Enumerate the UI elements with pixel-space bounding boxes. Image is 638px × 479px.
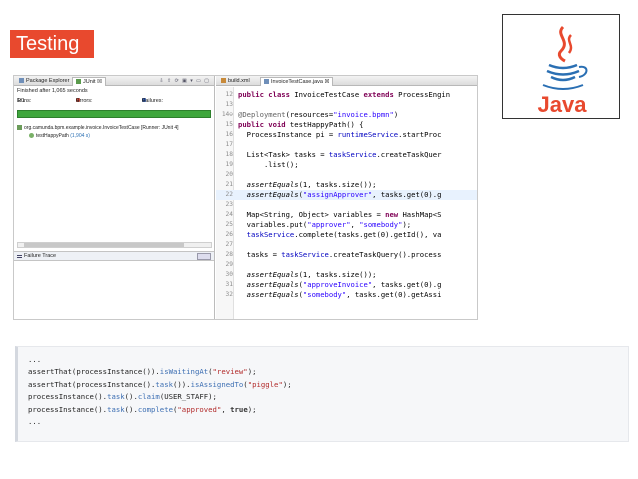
code-text: assertEquals("assignApprover", tasks.get… (246, 190, 442, 199)
code-text: tasks = taskService.createTaskQuery().pr… (238, 250, 442, 259)
snippet-line: assertThat(processInstance().task()).isA… (28, 379, 292, 389)
junit-panel: Package Explorer JUnit ☒ ⇩ ⇧ ⟳ ▣ ▾ ▭ ▢ F… (14, 76, 215, 319)
code-line[interactable]: 15 public void testHappyPath() { (216, 120, 477, 130)
test-suite-icon (17, 125, 22, 130)
line-number: 32 (225, 291, 233, 298)
code-line[interactable]: 32 assertEquals("somebody", tasks.get(0)… (216, 290, 477, 300)
code-text: Map<String, Object> variables = new Hash… (238, 210, 442, 219)
code-text: public void testHappyPath() { (238, 120, 364, 129)
line-number: 29 (225, 261, 233, 268)
code-line[interactable]: 12 public class InvoiceTestCase extends P… (216, 90, 477, 100)
code-text: .list(); (238, 160, 299, 169)
line-number: 18 (225, 151, 233, 158)
code-line[interactable]: 16 ProcessInstance pi = runtimeService.s… (216, 130, 477, 140)
snippet-line: ... (28, 416, 42, 426)
java-logo: Java (502, 14, 620, 119)
code-text: List<Task> tasks = taskService.createTas… (238, 150, 442, 159)
line-number: 13 (225, 101, 233, 108)
code-line[interactable]: 18 List<Task> tasks = taskService.create… (216, 150, 477, 160)
compare-results-button[interactable] (197, 253, 211, 260)
xml-file-icon (221, 78, 226, 83)
code-line[interactable]: 14⊖ @Deployment(resources="invoice.bpmn") (216, 110, 477, 120)
code-text: taskService.complete(tasks.get(0).getId(… (246, 230, 442, 239)
code-text: ProcessInstance pi = runtimeService.star… (238, 130, 442, 139)
code-line[interactable]: 29 (216, 260, 477, 270)
java-coffee-cup-icon: Java (538, 25, 588, 117)
close-icon[interactable]: ☒ (97, 79, 102, 85)
line-number: 12 (225, 91, 233, 98)
package-explorer-icon (19, 78, 24, 83)
ide-screenshot: Package Explorer JUnit ☒ ⇩ ⇧ ⟳ ▣ ▾ ▭ ▢ F… (13, 75, 478, 320)
code-line[interactable]: 17 (216, 140, 477, 150)
logo-text: Java (538, 92, 588, 117)
code-text: assertEquals(1, tasks.size()); (246, 180, 377, 189)
code-line[interactable]: 19 .list(); (216, 160, 477, 170)
line-number: 20 (225, 171, 233, 178)
code-lines[interactable]: 12 public class InvoiceTestCase extends P… (216, 90, 477, 300)
line-number: 22 (225, 191, 233, 198)
code-line[interactable]: 22 assertEquals("assignApprover", tasks.… (216, 190, 477, 200)
line-number: 27 (225, 241, 233, 248)
close-icon[interactable]: ☒ (325, 79, 330, 85)
line-number: 21 (225, 181, 233, 188)
line-number: 15 (225, 121, 233, 128)
test-passed-icon (29, 133, 34, 138)
code-line[interactable]: 26 taskService.complete(tasks.get(0).get… (216, 230, 477, 240)
code-line[interactable]: 23 (216, 200, 477, 210)
junit-icon (76, 79, 81, 84)
java-file-icon (264, 79, 269, 84)
code-line[interactable]: 27 (216, 240, 477, 250)
code-text: variables.put("approver", "somebody"); (238, 220, 412, 229)
editor-tab-bar: build.xml InvoiceTestCase.java ☒ (216, 76, 477, 86)
code-editor: build.xml InvoiceTestCase.java ☒ 12 publi… (216, 76, 477, 319)
tree-horizontal-scrollbar[interactable] (17, 242, 212, 248)
tab-invoice-test-case[interactable]: InvoiceTestCase.java ☒ (260, 77, 334, 86)
test-progress-bar (17, 110, 211, 118)
junit-toolbar[interactable]: ⇩ ⇧ ⟳ ▣ ▾ ▭ ▢ (159, 78, 210, 84)
line-number: 19 (225, 161, 233, 168)
finished-status: Finished after 1,065 seconds (17, 88, 88, 94)
snippet-line: ... (28, 355, 42, 364)
line-number: 14⊖ (221, 111, 233, 118)
test-method-row[interactable]: testHappyPath (1,904 s) (17, 132, 211, 140)
code-line[interactable]: 30 assertEquals(1, tasks.size()); (216, 270, 477, 280)
code-line[interactable]: 24 Map<String, Object> variables = new H… (216, 210, 477, 220)
code-text: public class InvoiceTestCase extends Pro… (238, 90, 451, 99)
test-tree: org.camunda.bpm.example.invoice.InvoiceT… (14, 122, 214, 142)
line-number: 28 (225, 251, 233, 258)
line-number: 16 (225, 131, 233, 138)
line-number: 24 (225, 211, 233, 218)
failure-trace-header: Failure Trace (14, 251, 214, 261)
code-line[interactable]: 25 variables.put("approver", "somebody")… (216, 220, 477, 230)
tab-package-explorer[interactable]: Package Explorer (16, 77, 72, 86)
line-number: 30 (225, 271, 233, 278)
tab-build-xml[interactable]: build.xml (218, 77, 253, 86)
code-text: assertEquals(1, tasks.size()); (246, 270, 377, 279)
code-line[interactable]: 21 assertEquals(1, tasks.size()); (216, 180, 477, 190)
snippet-line: processInstance().task().claim(USER_STAF… (28, 392, 217, 402)
code-text: assertEquals("somebody", tasks.get(0).ge… (246, 290, 442, 299)
code-text: assertEquals("approveInvoice", tasks.get… (246, 280, 442, 289)
slide-title: Testing (10, 30, 94, 58)
left-tab-bar: Package Explorer JUnit ☒ ⇩ ⇧ ⟳ ▣ ▾ ▭ ▢ (14, 76, 214, 86)
code-snippet: ... assertThat(processInstance()).isWaiti… (15, 346, 629, 442)
line-number: 26 (225, 231, 233, 238)
code-line[interactable]: 20 (216, 170, 477, 180)
code-text: @Deployment(resources="invoice.bpmn") (238, 110, 399, 119)
snippet-line: assertThat(processInstance()).isWaitingA… (28, 367, 257, 377)
test-class-row[interactable]: org.camunda.bpm.example.invoice.InvoiceT… (17, 124, 211, 132)
code-line[interactable]: 13 (216, 100, 477, 110)
line-number: 23 (225, 201, 233, 208)
stack-trace-icon (17, 255, 22, 258)
snippet-line: processInstance().task().complete("appro… (28, 404, 257, 414)
code-line[interactable]: 31 assertEquals("approveInvoice", tasks.… (216, 280, 477, 290)
line-number: 17 (225, 141, 233, 148)
tab-junit[interactable]: JUnit ☒ (72, 77, 106, 86)
line-number: 31 (225, 281, 233, 288)
run-stats: Runs: 1/1 Errors: 0 Failures: 0 (17, 98, 164, 104)
code-line[interactable]: 28 tasks = taskService.createTaskQuery()… (216, 250, 477, 260)
line-number: 25 (225, 221, 233, 228)
